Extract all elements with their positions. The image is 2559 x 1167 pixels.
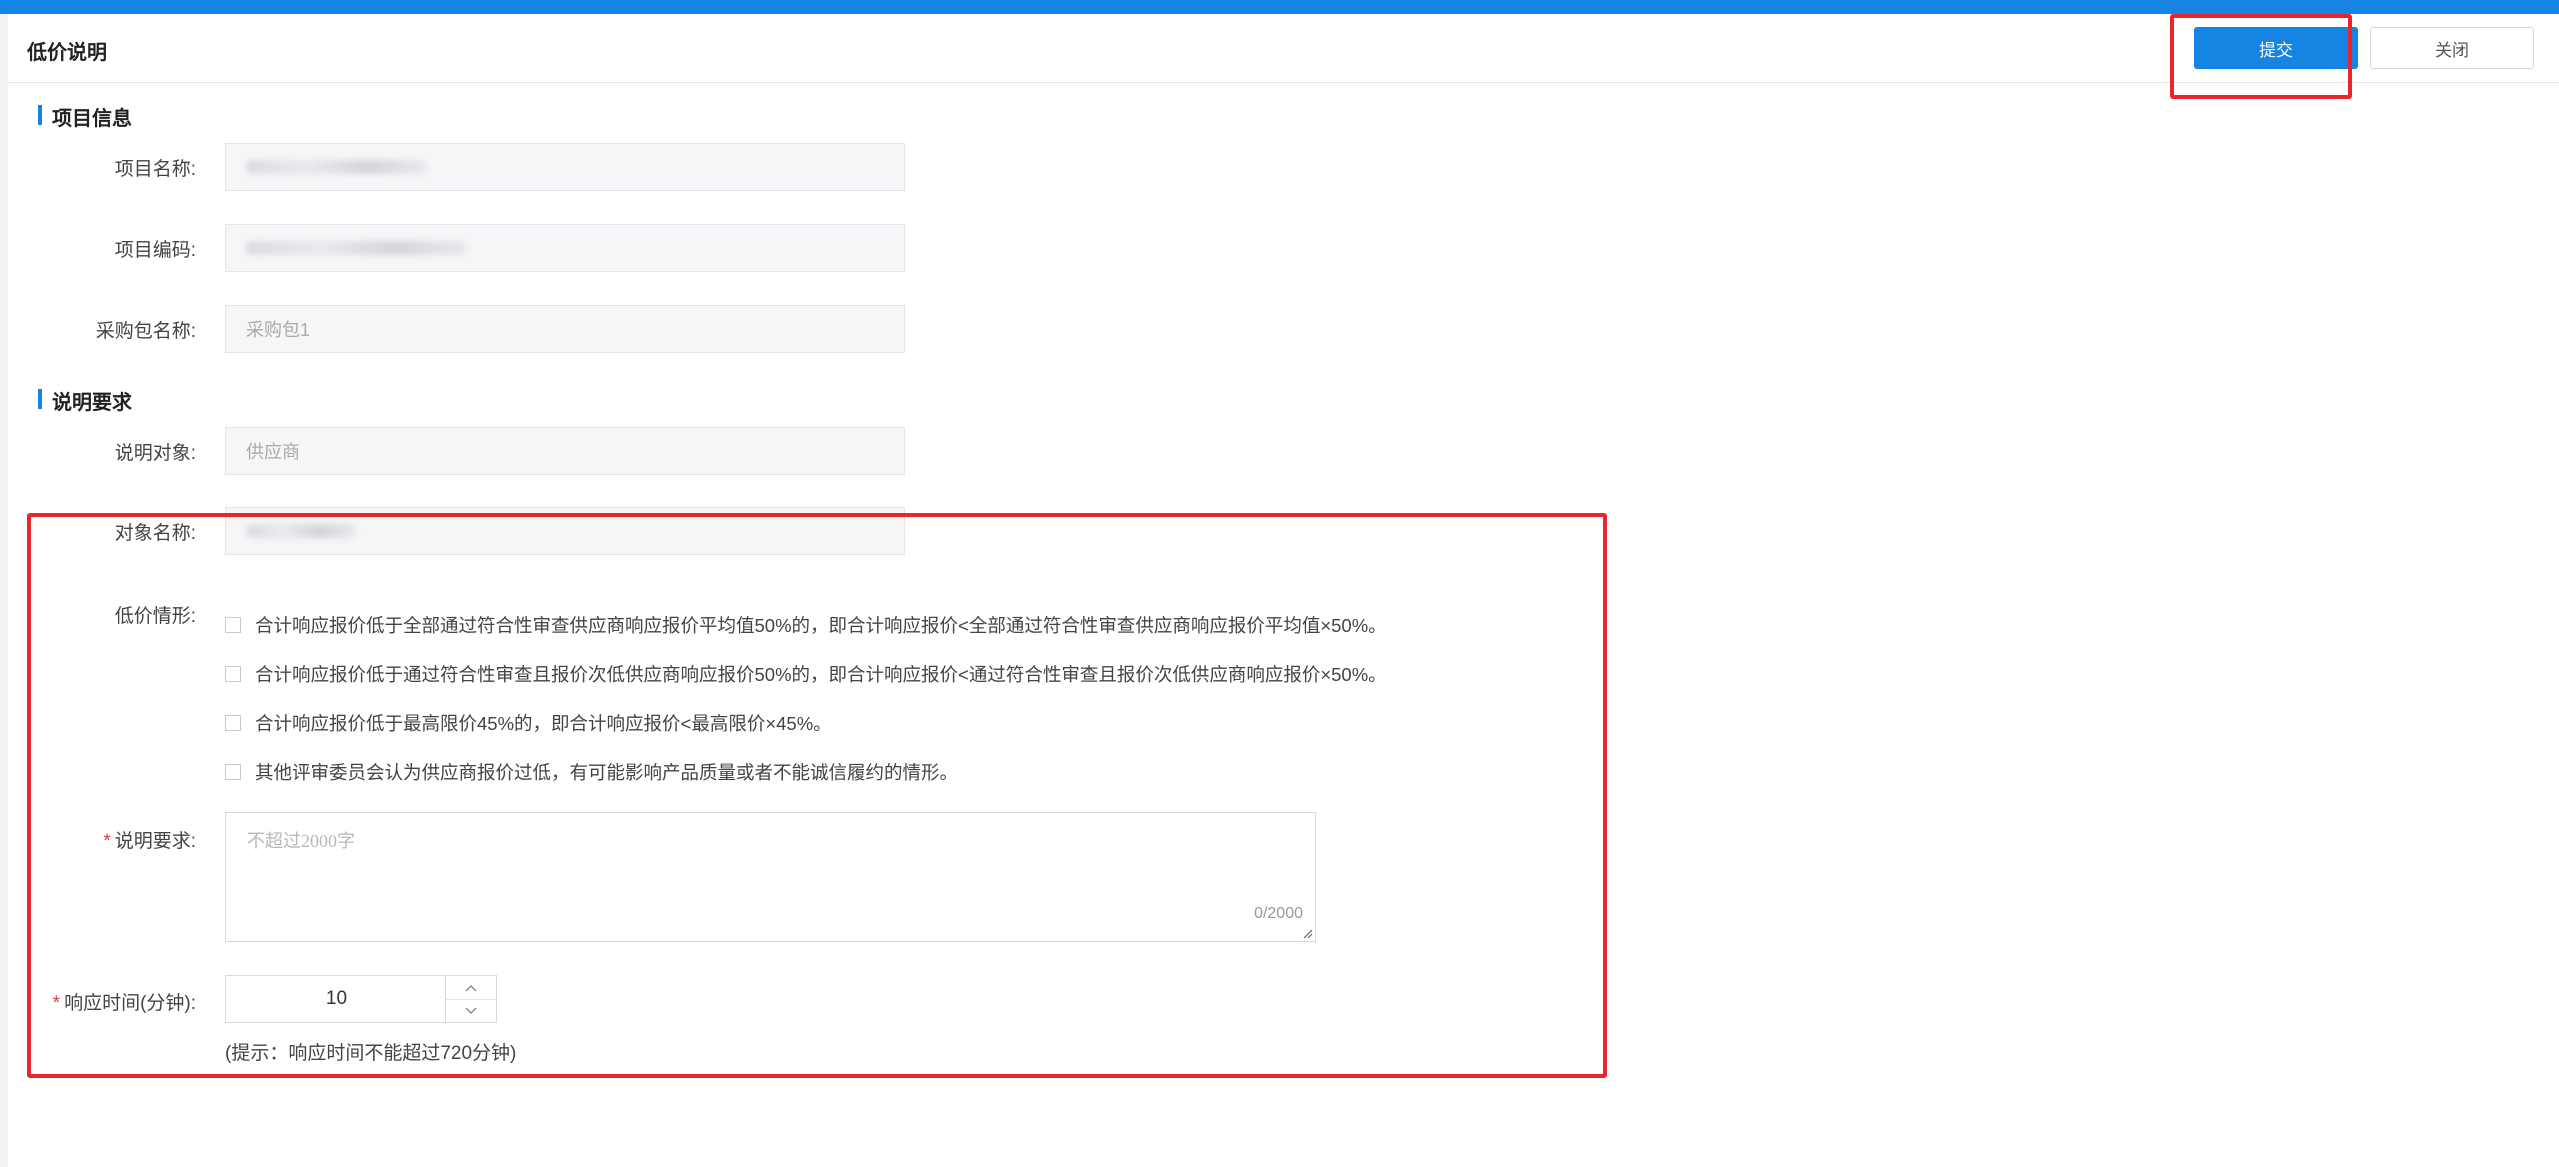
project-code-field: [225, 224, 905, 272]
object-name-label: 对象名称:: [114, 523, 196, 544]
response-time-label: * 响应时间(分钟):: [8, 988, 196, 1015]
submit-button[interactable]: 提交: [2194, 27, 2358, 69]
target-field: 供应商: [225, 427, 905, 475]
project-name-field: [225, 143, 905, 191]
page-header: 低价说明 提交 关闭: [8, 14, 2559, 83]
explanation-label-text: 说明要求:: [114, 831, 196, 852]
checkbox[interactable]: [225, 617, 241, 633]
checkbox[interactable]: [225, 666, 241, 682]
explanation-textarea[interactable]: 不超过2000字 0/2000: [225, 812, 1316, 942]
response-time-hint: (提示：响应时间不能超过720分钟): [225, 1043, 517, 1064]
explanation-label: * 说明要求:: [8, 826, 196, 853]
project-name-label: 项目名称:: [114, 159, 196, 180]
low-price-option-3[interactable]: 合计响应报价低于最高限价45%的，即合计响应报价<最高限价×45%。: [225, 710, 832, 736]
required-mark: *: [103, 831, 111, 852]
object-name-field: [225, 507, 905, 555]
required-mark: *: [52, 993, 61, 1014]
explanation-placeholder: 不超过2000字: [247, 831, 355, 851]
option-text: 合计响应报价低于全部通过符合性审查供应商响应报价平均值50%的，即合计响应报价<…: [255, 615, 1387, 636]
checkbox[interactable]: [225, 715, 241, 731]
redacted-project-code: [246, 241, 466, 255]
option-text: 合计响应报价低于通过符合性审查且报价次低供应商响应报价50%的，即合计响应报价<…: [255, 664, 1387, 685]
top-accent-bar: [0, 0, 2559, 14]
char-counter: 0/2000: [1254, 905, 1303, 922]
chevron-down-icon: [465, 1007, 477, 1014]
chevron-up-icon: [465, 984, 477, 991]
redacted-object-name: [246, 524, 356, 538]
page-title: 低价说明: [27, 42, 107, 64]
low-price-option-4[interactable]: 其他评审委员会认为供应商报价过低，有可能影响产品质量或者不能诚信履约的情形。: [225, 759, 958, 785]
redacted-project-name: [246, 160, 426, 174]
low-price-option-2[interactable]: 合计响应报价低于通过符合性审查且报价次低供应商响应报价50%的，即合计响应报价<…: [225, 661, 1387, 687]
package-name-field: 采购包1: [225, 305, 905, 353]
checkbox[interactable]: [225, 764, 241, 780]
response-time-stepper[interactable]: 10: [225, 975, 497, 1023]
response-time-label-text: 响应时间(分钟):: [64, 993, 196, 1014]
target-label: 说明对象:: [114, 443, 196, 464]
option-text: 其他评审委员会认为供应商报价过低，有可能影响产品质量或者不能诚信履约的情形。: [255, 762, 959, 783]
response-time-value[interactable]: 10: [226, 976, 447, 1022]
low-price-label: 低价情形:: [114, 606, 196, 627]
project-code-label: 项目编码:: [114, 240, 196, 261]
close-button[interactable]: 关闭: [2370, 27, 2534, 69]
low-price-option-1[interactable]: 合计响应报价低于全部通过符合性审查供应商响应报价平均值50%的，即合计响应报价<…: [225, 612, 1387, 638]
package-name-label: 采购包名称:: [95, 321, 196, 342]
section-title-project: 项目信息: [38, 102, 132, 131]
resize-grip-icon[interactable]: [1301, 927, 1313, 939]
option-text: 合计响应报价低于最高限价45%的，即合计响应报价<最高限价×45%。: [255, 713, 832, 734]
stepper-controls: [445, 976, 496, 1022]
section-title-requirement: 说明要求: [38, 386, 132, 415]
increment-button[interactable]: [446, 976, 496, 1000]
form-panel: 低价说明 提交 关闭 项目信息 项目名称: 项目编码: 采购包名称: 采购包1 …: [8, 14, 2559, 1167]
decrement-button[interactable]: [446, 999, 496, 1022]
